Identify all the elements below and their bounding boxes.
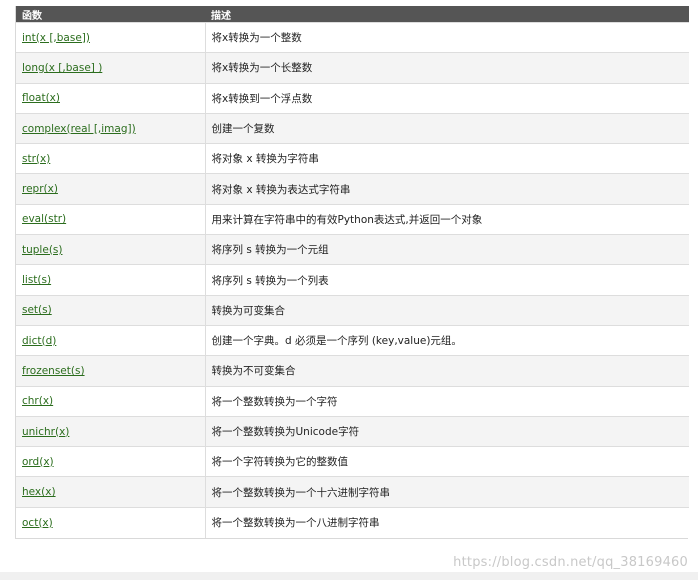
page: 函数 描述 int(x [,base]) 将x转换为一个整数 long(x [,ba… <box>0 0 698 580</box>
function-link[interactable]: chr(x) <box>22 395 53 407</box>
function-cell: tuple(s) <box>16 234 206 265</box>
function-link[interactable]: dict(d) <box>22 335 56 347</box>
function-cell: chr(x) <box>16 385 206 417</box>
description-cell: 将一个整数转换为一个八进制字符串 <box>205 506 689 538</box>
description-cell: 将对象 x 转换为字符串 <box>205 143 689 174</box>
description-cell: 将序列 s 转换为一个元组 <box>205 234 689 265</box>
function-link[interactable]: oct(x) <box>22 517 53 529</box>
function-link[interactable]: list(s) <box>22 274 51 286</box>
function-cell: repr(x) <box>16 173 206 205</box>
description-cell: 将对象 x 转换为表达式字符串 <box>205 173 689 205</box>
description-cell: 将一个整数转换为一个十六进制字符串 <box>205 476 689 508</box>
function-cell: oct(x) <box>16 506 206 538</box>
function-cell: str(x) <box>16 143 206 174</box>
function-link[interactable]: eval(str) <box>22 213 66 225</box>
function-cell: dict(d) <box>16 324 206 356</box>
function-cell: long(x [,base] ) <box>16 52 206 84</box>
bottom-band <box>0 572 698 580</box>
table-row: ord(x) 将一个字符转换为它的整数值 <box>16 446 689 477</box>
description-cell: 将x转换为一个长整数 <box>205 52 689 84</box>
function-link[interactable]: frozenset(s) <box>22 365 85 377</box>
function-link[interactable]: str(x) <box>22 153 50 165</box>
table-row: complex(real [,imag]) 创建一个复数 <box>16 112 689 144</box>
function-cell: ord(x) <box>16 446 206 477</box>
function-link[interactable]: float(x) <box>22 92 60 104</box>
function-cell: hex(x) <box>16 476 206 508</box>
function-cell: frozenset(s) <box>16 355 206 387</box>
function-link[interactable]: ord(x) <box>22 456 54 468</box>
description-cell: 将一个整数转换为Unicode字符 <box>205 415 689 447</box>
header-function: 函数 <box>16 6 205 23</box>
table-row: set(s) 转换为可变集合 <box>16 294 689 326</box>
conversion-functions-table: 函数 描述 int(x [,base]) 将x转换为一个整数 long(x [,ba… <box>15 6 689 539</box>
table-row: frozenset(s) 转换为不可变集合 <box>16 355 689 387</box>
description-cell: 创建一个复数 <box>205 112 689 144</box>
description-cell: 创建一个字典。d 必须是一个序列 (key,value)元组。 <box>205 324 689 356</box>
table-row: tuple(s) 将序列 s 转换为一个元组 <box>16 234 689 265</box>
description-cell: 将一个字符转换为它的整数值 <box>205 446 689 477</box>
header-description: 描述 <box>205 6 689 23</box>
function-cell: set(s) <box>16 294 206 326</box>
table-row: list(s) 将序列 s 转换为一个列表 <box>16 264 689 296</box>
function-link[interactable]: set(s) <box>22 304 52 316</box>
description-cell: 将序列 s 转换为一个列表 <box>205 264 689 296</box>
header-row: 函数 描述 <box>16 6 689 23</box>
table-row: hex(x) 将一个整数转换为一个十六进制字符串 <box>16 476 689 508</box>
description-cell: 转换为不可变集合 <box>205 355 689 387</box>
functions-table: 函数 描述 int(x [,base]) 将x转换为一个整数 long(x [,ba… <box>16 6 689 538</box>
description-cell: 用来计算在字符串中的有效Python表达式,并返回一个对象 <box>205 203 689 235</box>
description-cell: 将x转换为一个整数 <box>205 21 689 53</box>
function-link[interactable]: hex(x) <box>22 486 56 498</box>
table-row: dict(d) 创建一个字典。d 必须是一个序列 (key,value)元组。 <box>16 324 689 356</box>
description-cell: 转换为可变集合 <box>205 294 689 326</box>
watermark: https://blog.csdn.net/qq_38169460 <box>453 555 688 570</box>
function-link[interactable]: long(x [,base] ) <box>22 62 102 74</box>
table-row: repr(x) 将对象 x 转换为表达式字符串 <box>16 173 689 205</box>
function-cell: unichr(x) <box>16 415 206 447</box>
function-cell: complex(real [,imag]) <box>16 112 206 144</box>
function-cell: float(x) <box>16 82 206 114</box>
table-body: int(x [,base]) 将x转换为一个整数 long(x [,base] ) 将… <box>16 21 689 538</box>
table-row: chr(x) 将一个整数转换为一个字符 <box>16 385 689 417</box>
function-link[interactable]: repr(x) <box>22 183 58 195</box>
table-row: oct(x) 将一个整数转换为一个八进制字符串 <box>16 506 689 538</box>
table-row: int(x [,base]) 将x转换为一个整数 <box>16 21 689 53</box>
function-link[interactable]: unichr(x) <box>22 426 69 438</box>
function-link[interactable]: int(x [,base]) <box>22 32 90 44</box>
table-row: unichr(x) 将一个整数转换为Unicode字符 <box>16 415 689 447</box>
function-cell: list(s) <box>16 264 206 296</box>
description-cell: 将x转换到一个浮点数 <box>205 82 689 114</box>
table-row: eval(str) 用来计算在字符串中的有效Python表达式,并返回一个对象 <box>16 203 689 235</box>
function-cell: eval(str) <box>16 203 206 235</box>
table-row: str(x) 将对象 x 转换为字符串 <box>16 143 689 174</box>
table-header: 函数 描述 <box>16 6 689 23</box>
table-row: long(x [,base] ) 将x转换为一个长整数 <box>16 52 689 84</box>
table-row: float(x) 将x转换到一个浮点数 <box>16 82 689 114</box>
function-cell: int(x [,base]) <box>16 21 206 53</box>
description-cell: 将一个整数转换为一个字符 <box>205 385 689 417</box>
function-link[interactable]: complex(real [,imag]) <box>22 123 136 135</box>
function-link[interactable]: tuple(s) <box>22 244 62 256</box>
